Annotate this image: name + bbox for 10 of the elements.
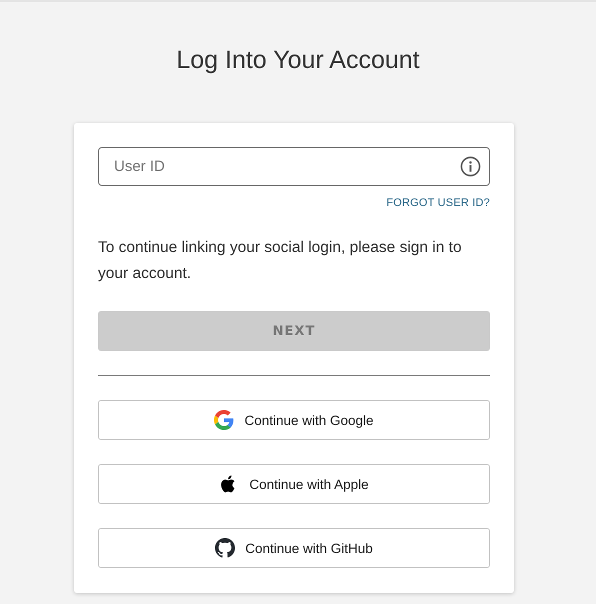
page-title: Log Into Your Account [176,45,420,76]
user-id-field[interactable]: User ID [98,147,490,186]
forgot-user-id-link[interactable]: FORGOT USER ID? [386,197,490,209]
github-logo-icon [215,538,236,558]
info-icon[interactable] [460,156,481,177]
social-login-button[interactable]: Continue with GitHub [98,528,490,568]
google-logo-icon [214,410,234,430]
social-login-button[interactable]: Continue with Apple [98,464,490,504]
social-login-button[interactable]: Continue with Google [98,400,490,440]
instruction-text: To continue linking your social login, please sign in to your account. [98,238,463,284]
